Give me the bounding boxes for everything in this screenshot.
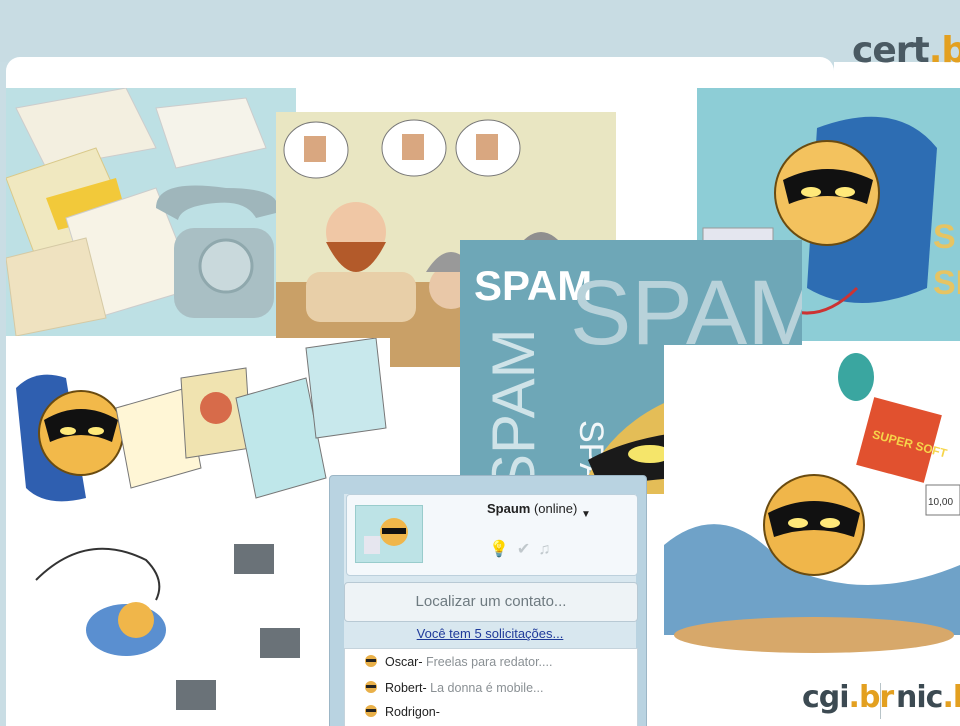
contact-spammer-icon bbox=[365, 655, 377, 667]
contact-item[interactable]: Robert- La donna é mobile... bbox=[365, 681, 543, 695]
avatar[interactable] bbox=[355, 505, 423, 563]
contact-item[interactable]: Rodrigon- bbox=[365, 705, 440, 719]
nic-br-logo: nic.br bbox=[896, 680, 960, 715]
svg-text:SI: SI bbox=[933, 264, 960, 302]
status-icons[interactable]: 💡✔♫ bbox=[489, 539, 558, 559]
contact-item[interactable]: Oscar- Freelas para redator.... bbox=[365, 655, 552, 669]
status-dropdown-caret-icon[interactable]: ▼ bbox=[581, 509, 591, 520]
phishing-computers-illustration bbox=[6, 530, 324, 726]
logo-divider bbox=[880, 683, 881, 719]
username-status[interactable]: Spaum (online) bbox=[487, 501, 577, 516]
top-banner bbox=[0, 0, 960, 62]
cert-br-logo: cert.br bbox=[852, 30, 960, 71]
contact-spammer-icon bbox=[365, 681, 377, 693]
super-soft-cartoon: SUPER SOFT 10,00 bbox=[664, 345, 960, 675]
im-content: Spaum (online) ▼ 💡✔♫ Localizar um contat… bbox=[344, 494, 638, 726]
im-window: Spaum (online) ▼ 💡✔♫ Localizar um contat… bbox=[329, 475, 647, 726]
contact-spammer-icon bbox=[365, 705, 377, 717]
envelopes-phone-illustration bbox=[6, 88, 296, 336]
requests-link[interactable]: Você tem 5 solicitações... bbox=[344, 626, 636, 641]
svg-text:SPAM: SPAM bbox=[480, 328, 547, 494]
slide: cert.br bbox=[0, 0, 960, 726]
contact-list: Oscar- Freelas para redator.... Robert- … bbox=[344, 648, 638, 726]
profile-panel: Spaum (online) ▼ 💡✔♫ bbox=[346, 494, 638, 576]
svg-text:S: S bbox=[933, 218, 956, 256]
contact-search-input[interactable]: Localizar um contato... bbox=[344, 582, 638, 622]
svg-text:10,00: 10,00 bbox=[928, 497, 953, 508]
